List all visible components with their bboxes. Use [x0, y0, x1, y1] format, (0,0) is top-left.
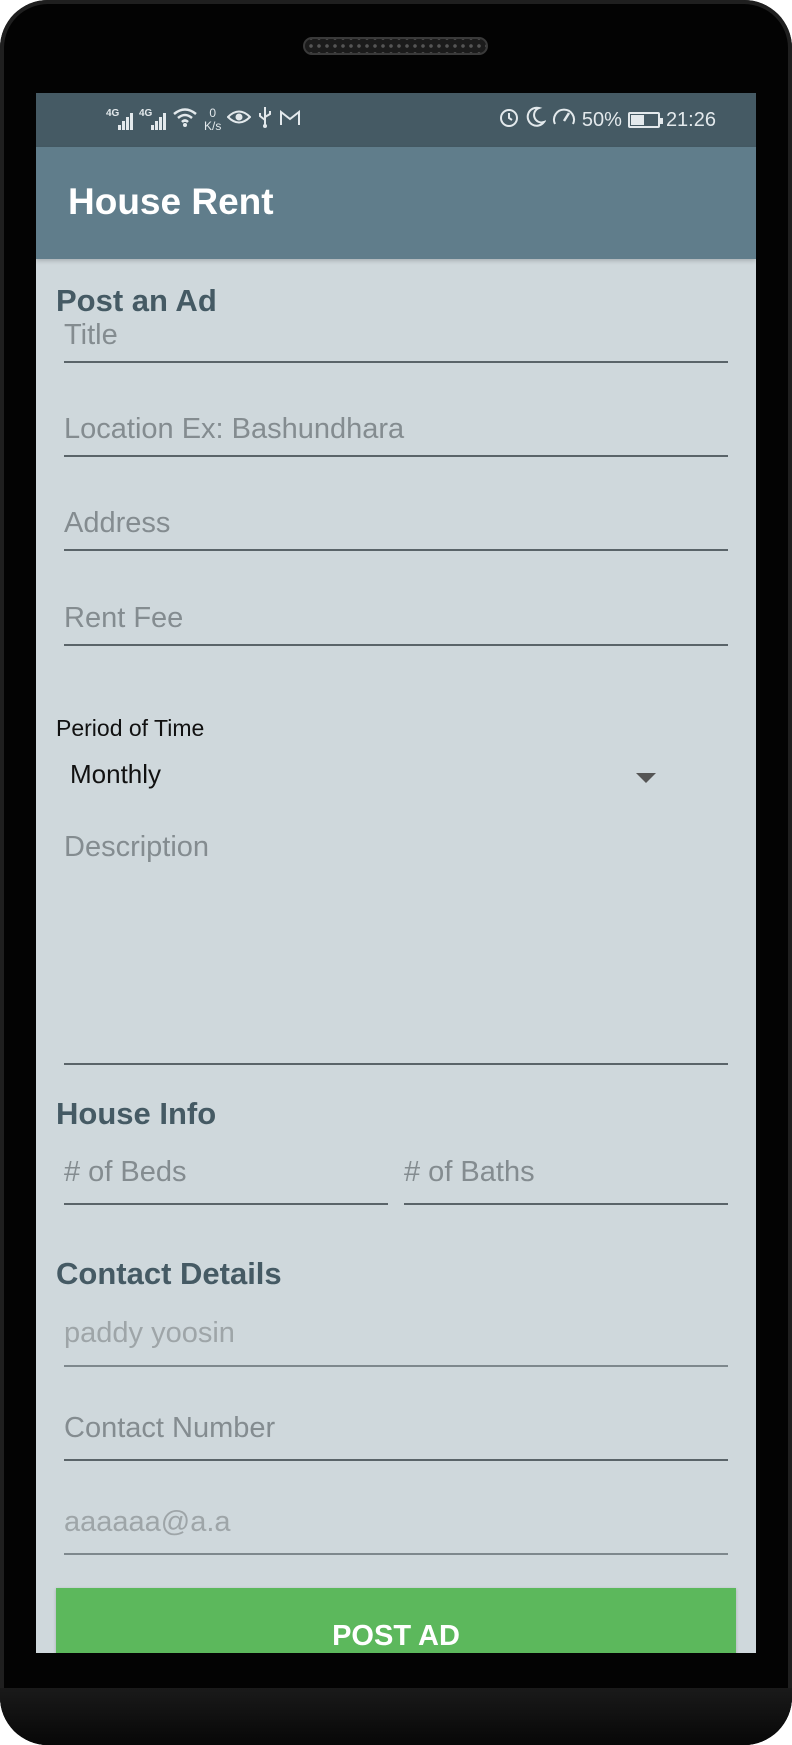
contact-number-input[interactable]: Contact Number: [64, 1395, 728, 1461]
clock: 21:26: [665, 108, 716, 131]
usb-icon: [257, 106, 273, 134]
description-input[interactable]: Description: [64, 823, 728, 1065]
rent-fee-placeholder: Rent Fee: [64, 602, 184, 634]
description-placeholder: Description: [64, 831, 210, 863]
eye-icon: [226, 108, 252, 132]
address-placeholder: Address: [64, 507, 171, 539]
gmail-icon: [279, 108, 301, 132]
rent-fee-input[interactable]: Rent Fee: [64, 585, 728, 646]
house-info-heading: House Info: [56, 1096, 217, 1131]
battery-icon: [627, 112, 663, 128]
contact-name-hint: paddy yoosin: [64, 1317, 235, 1349]
contact-number-placeholder: Contact Number: [64, 1412, 276, 1444]
phone-frame: 4G 4G 0 K/s 50% 21:26 House Rent Post an…: [0, 0, 792, 1745]
beds-placeholder: # of Beds: [64, 1156, 187, 1188]
wifi-icon: [172, 106, 198, 134]
location-input[interactable]: Location Ex: Bashundhara: [64, 397, 728, 457]
post-ad-button[interactable]: POST AD: [56, 1588, 736, 1653]
title-placeholder: Title: [64, 319, 118, 351]
network-speed: 0 K/s: [204, 107, 221, 133]
speedometer-icon: [552, 106, 576, 134]
app-title: House Rent: [68, 181, 274, 222]
screen: 4G 4G 0 K/s 50% 21:26 House Rent Post an…: [36, 93, 756, 1653]
signal-icon: 4G: [106, 108, 133, 130]
email-hint: aaaaaa@a.a: [64, 1506, 231, 1538]
address-input[interactable]: Address: [64, 491, 728, 551]
baths-placeholder: # of Baths: [404, 1156, 535, 1188]
title-input[interactable]: Title: [64, 303, 728, 363]
location-placeholder: Location Ex: Bashundhara: [64, 413, 405, 445]
alarm-icon: [498, 106, 520, 134]
status-bar: 4G 4G 0 K/s 50% 21:26: [36, 93, 756, 147]
moon-icon: [526, 106, 547, 134]
speaker-grille: [303, 37, 488, 55]
network-type-label: 4G: [106, 108, 120, 119]
period-dropdown[interactable]: Monthly: [56, 749, 656, 805]
bottom-bezel: [0, 1688, 792, 1745]
beds-input[interactable]: # of Beds: [64, 1140, 388, 1205]
contact-details-heading: Contact Details: [56, 1256, 282, 1291]
period-label: Period of Time: [56, 715, 205, 741]
email-input[interactable]: aaaaaa@a.a: [64, 1489, 728, 1555]
app-bar: House Rent: [36, 147, 756, 259]
baths-input[interactable]: # of Baths: [404, 1140, 728, 1205]
period-selected-value: Monthly: [70, 759, 162, 789]
battery-percent: 50%: [581, 108, 622, 131]
signal-icon: 4G: [139, 108, 166, 130]
contact-name-input[interactable]: paddy yoosin: [64, 1301, 728, 1367]
dropdown-arrow-icon: [636, 773, 656, 783]
network-type-label: 4G: [139, 108, 153, 119]
speed-unit: K/s: [204, 119, 222, 133]
